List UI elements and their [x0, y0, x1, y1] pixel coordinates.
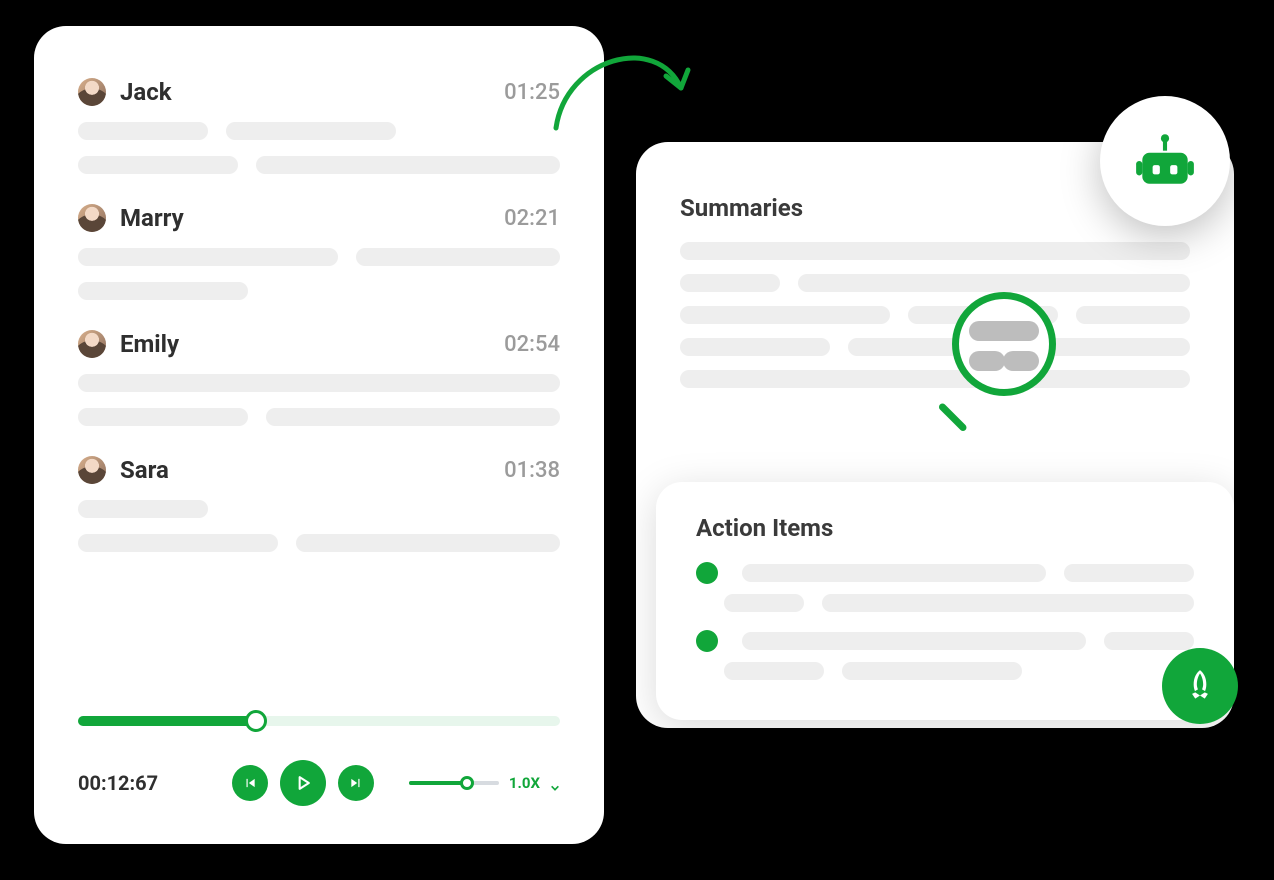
skip-forward-icon: [349, 776, 363, 790]
bot-badge: [1100, 96, 1230, 226]
speaker-name: Marry: [120, 204, 490, 232]
play-icon: [293, 773, 313, 793]
summaries-content: [680, 242, 1190, 388]
action-items-title: Action Items: [696, 514, 1194, 542]
speaker-block: Sara 01:38: [78, 456, 560, 552]
flow-arrow-icon: [546, 28, 716, 148]
avatar: [78, 78, 106, 106]
speaker-time: 01:38: [504, 458, 560, 483]
speed-dropdown[interactable]: [550, 778, 560, 788]
speaker-time: 02:54: [504, 332, 560, 357]
avatar: [78, 456, 106, 484]
bullet-icon: [696, 562, 718, 584]
speaker-name: Emily: [120, 330, 490, 358]
action-items-card: Action Items: [656, 482, 1234, 720]
progress-slider[interactable]: [78, 716, 560, 726]
action-item: [696, 562, 1194, 612]
chevron-down-icon: [550, 783, 560, 793]
speed-label: 1.0X: [509, 774, 540, 792]
bot-icon: [1132, 128, 1198, 194]
speaker-time: 02:21: [504, 206, 560, 231]
speed-slider[interactable]: [409, 781, 499, 785]
avatar: [78, 204, 106, 232]
elapsed-time: 00:12:67: [78, 771, 198, 795]
summary-card: Summaries Action Items: [636, 142, 1234, 728]
speaker-block: Emily 02:54: [78, 330, 560, 426]
speaker-block: Marry 02:21: [78, 204, 560, 300]
previous-button[interactable]: [232, 765, 268, 801]
transcript-card: Jack 01:25 Marry 02:21 Emily 02:54 Sara …: [34, 26, 604, 844]
speaker-block: Jack 01:25: [78, 78, 560, 174]
audio-player: 00:12:67 1.0X: [78, 716, 560, 806]
speaker-name: Sara: [120, 456, 490, 484]
next-button[interactable]: [338, 765, 374, 801]
rocket-button[interactable]: [1162, 648, 1238, 724]
speaker-name: Jack: [120, 78, 490, 106]
bullet-icon: [696, 630, 718, 652]
action-item: [696, 630, 1194, 680]
skip-back-icon: [243, 776, 257, 790]
play-button[interactable]: [280, 760, 326, 806]
avatar: [78, 330, 106, 358]
rocket-icon: [1181, 667, 1219, 705]
